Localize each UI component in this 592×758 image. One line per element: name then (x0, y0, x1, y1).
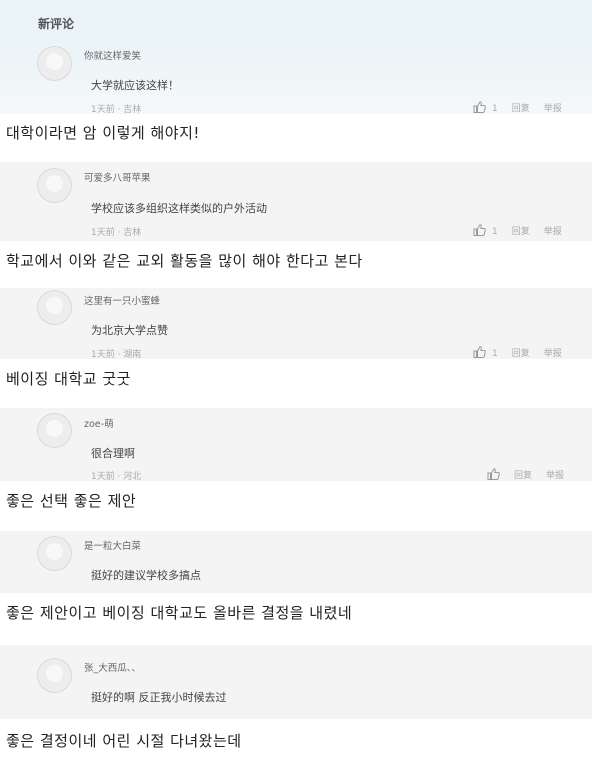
comment-actions: 1 回复 举报 (473, 224, 562, 237)
thumbs-up-icon[interactable] (487, 468, 500, 480)
comment-meta: 1天前 · 河北 (91, 472, 142, 481)
comment-text: 挺好的啊 反正我小时候去过 (91, 691, 227, 704)
comment-card: 可爱多八哥苹果 学校应该多组织这样类似的户外活动 1天前 · 吉林 1 回复 举报 (0, 162, 592, 241)
avatar[interactable] (37, 290, 72, 325)
comment-card: zoe-萌 很合理啊 1天前 · 河北 回复 举报 (0, 408, 592, 481)
reply-button[interactable]: 回复 (512, 349, 530, 359)
thumbs-up-icon[interactable] (473, 224, 486, 236)
avatar[interactable] (37, 536, 72, 571)
thumbs-up-icon[interactable] (473, 346, 486, 358)
comment-actions: 1 回复 举报 (473, 346, 562, 359)
comment-username[interactable]: 你就这样爱笑 (84, 48, 141, 62)
comment-meta: 1天前 · 吉林 (91, 105, 142, 114)
comment-username[interactable]: zoe-萌 (84, 416, 114, 430)
like-count: 1 (492, 104, 498, 114)
comments-header: 新评论 (0, 0, 592, 40)
avatar[interactable] (37, 46, 72, 81)
report-button[interactable]: 举报 (544, 104, 562, 114)
report-button[interactable]: 举报 (546, 471, 564, 481)
comment-text: 大学就应该这样！ (91, 79, 179, 92)
translation-caption: 좋은 결정이네 어린 시절 다녀왔는데 (6, 732, 242, 750)
avatar[interactable] (37, 168, 72, 203)
comment-username[interactable]: 张_大西瓜、、 (84, 660, 141, 674)
reply-button[interactable]: 回复 (512, 227, 530, 237)
reply-button[interactable]: 回复 (514, 471, 532, 481)
comment-text: 很合理啊 (91, 447, 135, 460)
comment-username[interactable]: 这里有一只小蜜蜂 (84, 293, 160, 307)
report-button[interactable]: 举报 (544, 349, 562, 359)
translation-caption: 좋은 제안이고 베이징 대학교도 올바른 결정을 내렸네 (6, 604, 353, 622)
translation-caption: 베이징 대학교 굿굿 (6, 370, 131, 388)
translation-caption: 학교에서 이와 같은 교외 활동을 많이 해야 한다고 본다 (6, 252, 363, 270)
comment-card: 张_大西瓜、、 挺好的啊 反正我小时候去过 (0, 645, 592, 719)
comment-text: 为北京大学点赞 (91, 324, 168, 337)
thumbs-up-icon[interactable] (473, 101, 486, 113)
like-count: 1 (492, 349, 498, 359)
comment-card: 是一粒大白菜 挺好的建议学校多搞点 (0, 531, 592, 593)
translation-caption: 좋은 선택 좋은 제안 (6, 492, 137, 510)
like-count: 1 (492, 227, 498, 237)
comment-card: 你就这样爱笑 大学就应该这样！ 1天前 · 吉林 1 回复 举报 (0, 36, 592, 114)
comment-meta: 1天前 · 吉林 (91, 228, 142, 238)
comment-username[interactable]: 可爱多八哥苹果 (84, 170, 151, 184)
comment-text: 学校应该多组织这样类似的户外活动 (91, 202, 267, 215)
comment-card: 这里有一只小蜜蜂 为北京大学点赞 1天前 · 湖南 1 回复 举报 (0, 288, 592, 359)
comment-username[interactable]: 是一粒大白菜 (84, 538, 141, 552)
comment-meta: 1天前 · 湖南 (91, 350, 142, 359)
section-title: 新评论 (38, 17, 75, 31)
avatar[interactable] (37, 413, 72, 448)
comment-actions: 回复 举报 (487, 468, 564, 481)
comment-text: 挺好的建议学校多搞点 (91, 569, 201, 582)
reply-button[interactable]: 回复 (512, 104, 530, 114)
comment-actions: 1 回复 举报 (473, 101, 562, 114)
avatar[interactable] (37, 658, 72, 693)
report-button[interactable]: 举报 (544, 227, 562, 237)
translation-caption: 대학이라면 암 이렇게 해야지! (6, 124, 200, 142)
